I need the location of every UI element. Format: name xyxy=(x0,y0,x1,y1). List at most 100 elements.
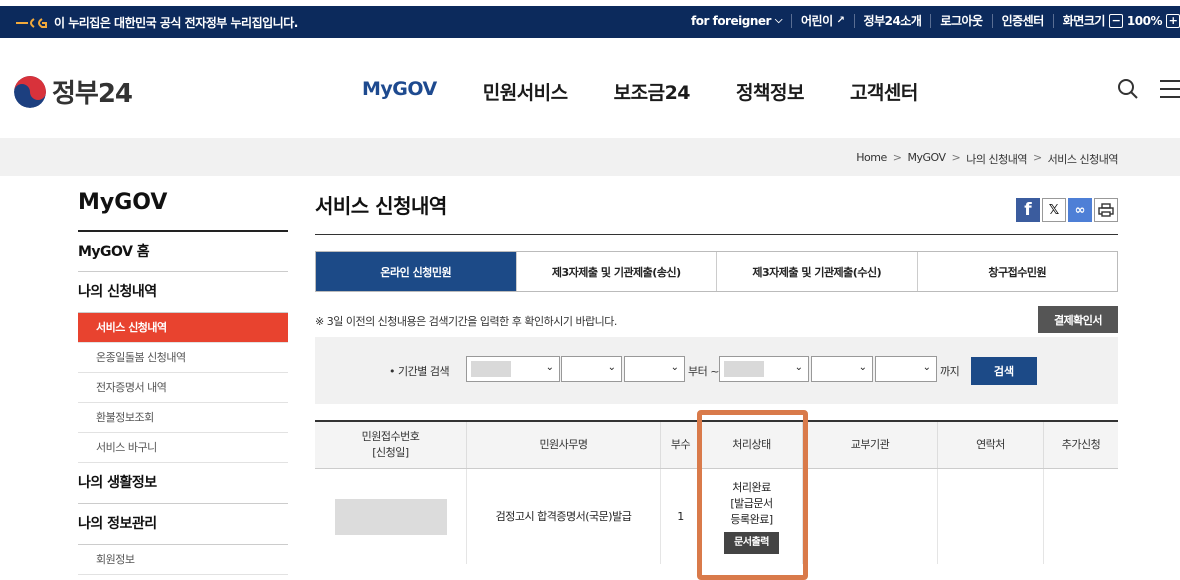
breadcrumb-my-applications[interactable]: 나의 신청내역 xyxy=(966,151,1027,167)
sidebar-item-e-certificates[interactable]: 전자증명서 내역 xyxy=(78,373,288,403)
sidebar-item-service-basket[interactable]: 서비스 바구니 xyxy=(78,433,288,463)
site-logo[interactable]: 정부24 xyxy=(14,73,133,110)
table-header: 민원접수번호 [신청일] 민원사무명 부수 처리상태 교부기관 연락처 추가신청 xyxy=(315,422,1118,469)
egov-logo-icon xyxy=(14,16,48,30)
link-icon[interactable]: ∞ xyxy=(1068,198,1092,222)
breadcrumb-current: 서비스 신청내역 xyxy=(1047,153,1119,166)
nav-customer-center[interactable]: 고객센터 xyxy=(850,78,918,105)
chevron-down-icon: ⌄ xyxy=(545,362,554,373)
foreigner-label: for foreigner xyxy=(691,14,771,28)
title-divider xyxy=(315,234,1118,235)
breadcrumb-separator-icon: > xyxy=(951,151,961,164)
chevron-down-icon: ⌄ xyxy=(607,362,616,373)
sidebar-section-my-applications[interactable]: 나의 신청내역 xyxy=(78,272,288,313)
sidebar-section-my-info[interactable]: 나의 정보관리 xyxy=(78,504,288,545)
kids-link[interactable]: 어린이 ↗ xyxy=(792,14,855,28)
breadcrumb-home[interactable]: Home xyxy=(856,151,887,167)
cell-issuing-agency xyxy=(803,469,938,564)
start-year-select[interactable]: ⌄ xyxy=(466,356,560,382)
period-search-label: • 기간별 검색 xyxy=(389,365,450,378)
col-receipt-number-label: 민원접수번호 [신청일] xyxy=(361,430,420,459)
logo-text: 정부24 xyxy=(52,79,133,109)
zoom-label: 화면크기 xyxy=(1062,14,1106,28)
facebook-icon[interactable]: f xyxy=(1016,198,1040,222)
chevron-down-icon: ⌵ xyxy=(774,15,783,26)
zoom-level: 100% xyxy=(1126,14,1163,28)
sidebar: MyGOV MyGOV 홈 나의 신청내역 서비스 신청내역 온종일돌봄 신청내… xyxy=(78,190,288,575)
chevron-down-icon: ⌄ xyxy=(670,362,679,373)
cell-receipt-number xyxy=(315,469,467,564)
sidebar-item-mygov-home[interactable]: MyGOV 홈 xyxy=(78,232,288,272)
end-month-select[interactable]: ⌄ xyxy=(811,356,873,382)
search-button[interactable]: 검색 xyxy=(971,357,1037,385)
official-notice-text: 이 누리집은 대한민국 공식 전자정부 누리집입니다. xyxy=(54,16,298,30)
external-link-icon: ↗ xyxy=(836,15,845,26)
end-day-select[interactable]: ⌄ xyxy=(875,356,937,382)
chevron-down-icon: ⌄ xyxy=(858,362,867,373)
application-tabs: 온라인 신청민원 제3자제출 및 기관제출(송신) 제3자제출 및 기관제출(수… xyxy=(315,251,1118,292)
col-status: 처리상태 xyxy=(701,422,803,468)
page-title: 서비스 신청내역 xyxy=(315,194,447,218)
official-notice: 이 누리집은 대한민국 공식 전자정부 누리집입니다. xyxy=(14,14,298,31)
start-day-select[interactable]: ⌄ xyxy=(624,356,685,382)
cell-copies: 1 xyxy=(661,469,701,564)
cell-service-name[interactable]: 검정고시 합격증명서(국문)발급 xyxy=(467,469,661,564)
breadcrumb-separator-icon: > xyxy=(892,151,902,164)
col-copies: 부수 xyxy=(661,422,701,468)
sidebar-section-life-info[interactable]: 나의 생활정보 xyxy=(78,463,288,504)
logout-link[interactable]: 로그아웃 xyxy=(931,14,993,28)
tab-third-party-sent[interactable]: 제3자제출 및 기관제출(송신) xyxy=(516,252,717,291)
table-row: 검정고시 합격증명서(국문)발급 1 처리완료 [발급문서 등록완료] 문서출력 xyxy=(315,469,1118,564)
col-contact: 연락처 xyxy=(938,422,1044,468)
col-receipt-number: 민원접수번호 [신청일] xyxy=(315,422,467,468)
payment-confirmation-button[interactable]: 결제확인서 xyxy=(1038,306,1118,333)
share-tools: f 𝕏 ∞ xyxy=(1016,198,1118,222)
start-month-select[interactable]: ⌄ xyxy=(561,356,622,382)
x-icon[interactable]: 𝕏 xyxy=(1042,198,1066,222)
print-icon[interactable] xyxy=(1094,198,1118,222)
period-search-panel: • 기간별 검색 ⌄ ⌄ ⌄ 부터 ~ ⌄ ⌄ ⌄ 까지 검색 xyxy=(315,337,1118,404)
tab-online-applications[interactable]: 온라인 신청민원 xyxy=(316,252,517,291)
about-link[interactable]: 정부24소개 xyxy=(855,14,932,28)
kids-label: 어린이 xyxy=(801,14,833,28)
from-label: 부터 ~ xyxy=(688,365,719,378)
taegeuk-icon xyxy=(14,75,46,108)
sidebar-item-member-info[interactable]: 회원정보 xyxy=(78,545,288,575)
end-year-select[interactable]: ⌄ xyxy=(719,356,809,382)
hamburger-menu-icon[interactable] xyxy=(1160,80,1180,98)
tab-counter-applications[interactable]: 창구접수민원 xyxy=(917,252,1117,291)
sidebar-item-service-applications[interactable]: 서비스 신청내역 xyxy=(78,313,288,343)
status-detail: 등록완료] xyxy=(730,512,773,526)
breadcrumb-separator-icon: > xyxy=(1032,151,1042,164)
cell-contact xyxy=(938,469,1044,564)
logout-label: 로그아웃 xyxy=(940,14,983,28)
nav-mygov[interactable]: MyGOV xyxy=(362,78,437,105)
cert-center-link[interactable]: 인증센터 xyxy=(993,14,1054,28)
sidebar-title: MyGOV xyxy=(78,190,288,232)
status-detail: [발급문서 xyxy=(730,496,773,510)
zoom-out-button[interactable]: − xyxy=(1108,14,1123,28)
search-icon[interactable] xyxy=(1117,78,1139,100)
about-label: 정부24소개 xyxy=(863,14,922,28)
nav-subsidy[interactable]: 보조금24 xyxy=(614,78,691,105)
breadcrumb-mygov[interactable]: MyGOV xyxy=(907,151,946,167)
applications-table: 민원접수번호 [신청일] 민원사무명 부수 처리상태 교부기관 연락처 추가신청… xyxy=(315,420,1118,564)
zoom-in-button[interactable]: + xyxy=(1166,14,1180,28)
col-service-name: 민원사무명 xyxy=(467,422,661,468)
sidebar-item-allday-care[interactable]: 온종일돌봄 신청내역 xyxy=(78,343,288,373)
tab-third-party-received[interactable]: 제3자제출 및 기관제출(수신) xyxy=(717,252,918,291)
col-issuing-agency: 교부기관 xyxy=(803,422,938,468)
redacted-value xyxy=(471,361,511,377)
sidebar-item-refund-info[interactable]: 환불정보조회 xyxy=(78,403,288,433)
foreigner-link[interactable]: for foreigner ⌵ xyxy=(682,14,793,28)
site-header: 정부24 MyGOV 민원서비스 보조금24 정책정보 고객센터 xyxy=(0,38,1180,138)
official-site-banner: 이 누리집은 대한민국 공식 전자정부 누리집입니다. for foreigne… xyxy=(0,6,1180,38)
print-document-button[interactable]: 문서출력 xyxy=(724,531,779,554)
to-label: 까지 xyxy=(940,365,960,378)
nav-policy[interactable]: 정책정보 xyxy=(736,78,804,105)
col-additional-request: 추가신청 xyxy=(1061,438,1101,451)
chevron-down-icon: ⌄ xyxy=(794,362,803,373)
cell-additional-request xyxy=(1044,469,1118,564)
nav-civil-service[interactable]: 민원서비스 xyxy=(483,78,568,105)
status-text: 처리완료 xyxy=(732,480,771,494)
